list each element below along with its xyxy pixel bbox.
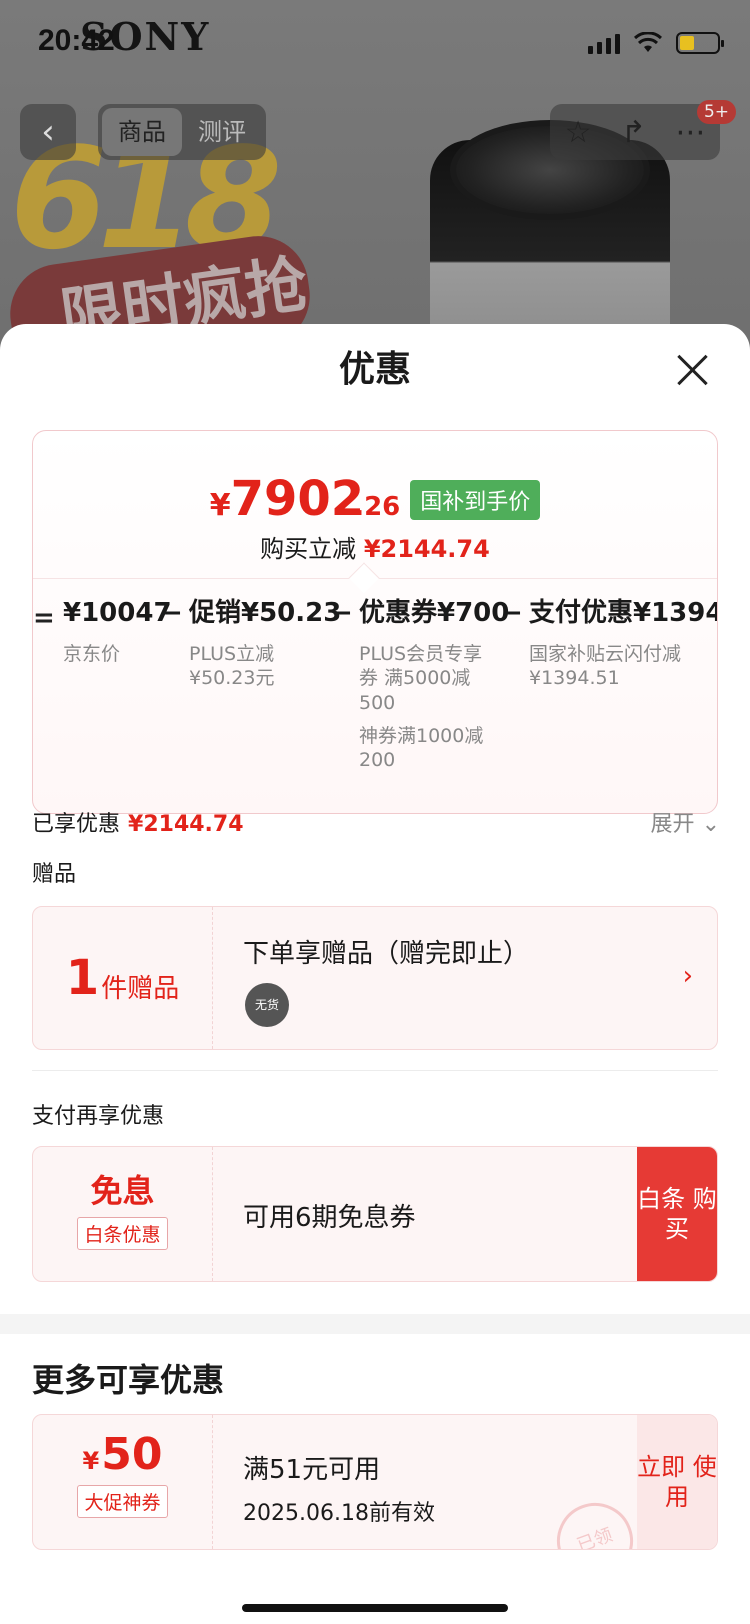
divider-notch xyxy=(348,562,380,594)
gift-title: 下单享赠品（赠完即止） xyxy=(243,939,530,969)
formula-sub-line: PLUS立减 ¥50.23元 xyxy=(189,642,275,690)
expand-label: 展开 xyxy=(650,812,695,837)
formula-sub: PLUS会员专享券 满5000减500 神券满1000减200 xyxy=(359,642,489,773)
formula-head: ¥10047 xyxy=(63,598,172,628)
wifi-icon xyxy=(634,32,662,52)
pay-discount-card: 免息 白条优惠 可用6期免息券 白条 购买 xyxy=(32,1146,718,1282)
formula-item-coupon: 优惠券¥700 PLUS会员专享券 满5000减500 神券满1000减200 xyxy=(359,599,509,781)
interest-free-label: 免息 xyxy=(90,1172,155,1210)
formula-item-jd-price: ¥10047 京东价 xyxy=(63,599,172,674)
formula-head: 支付优惠¥1394 xyxy=(529,598,718,628)
claimed-stamp: 已领 xyxy=(546,1492,644,1549)
more-discounts-title: 更多可享优惠 xyxy=(32,1361,225,1399)
status-time: 20:42 xyxy=(38,24,115,57)
formula-item-promotion: 促销¥50.23 PLUS立减 ¥50.23元 xyxy=(189,599,341,699)
chevron-right-icon: › xyxy=(682,961,693,991)
enjoyed-discount: 已享优惠 ¥2144.74 xyxy=(32,806,244,838)
pay-discount-text: 可用6期免息券 xyxy=(243,1203,416,1233)
formula-sub: 京东价 xyxy=(63,642,172,667)
expand-button[interactable]: 展开 ⌄ xyxy=(651,806,720,838)
coupon-amount: ¥50 xyxy=(33,1433,212,1477)
formula-sub-line: 神券满1000减200 xyxy=(359,724,484,772)
formula-sub: PLUS立减 ¥50.23元 xyxy=(189,642,319,691)
instant-reduction: 购买立减 ¥2144.74 xyxy=(33,529,717,564)
use-now-button[interactable]: 立即 使用 xyxy=(637,1415,717,1549)
close-icon[interactable] xyxy=(674,352,710,388)
pay-discount-badge: 免息 白条优惠 xyxy=(33,1147,213,1281)
gift-card[interactable]: 1 件赠品 下单享赠品（赠完即止） 无货 › xyxy=(32,906,718,1050)
final-price: ¥7902.26 国补到手价 xyxy=(33,471,717,527)
gift-count: 1 件赠品 xyxy=(33,907,213,1049)
header-tools: ☆ ↱ ⋯ xyxy=(550,104,720,160)
coupon-currency: ¥ xyxy=(82,1447,100,1475)
instant-reduction-label: 购买立减 xyxy=(260,535,357,563)
enjoyed-value: ¥2144.74 xyxy=(128,812,244,837)
instant-reduction-value: ¥2144.74 xyxy=(363,535,490,563)
formula-equals: = xyxy=(33,603,55,633)
home-indicator xyxy=(242,1604,508,1612)
baitiao-tag: 白条优惠 xyxy=(77,1217,168,1250)
coupon-amount-block: ¥50 大促神券 xyxy=(33,1415,213,1549)
chevron-down-icon: ⌄ xyxy=(701,812,720,837)
formula-sub-line: 京东价 xyxy=(63,642,121,665)
coupon-expiry: 2025.06.18前有效 xyxy=(243,1501,435,1526)
share-icon[interactable]: ↱ xyxy=(621,115,646,150)
section-separator xyxy=(0,1314,750,1334)
discount-sheet: 优惠 ¥7902.26 国补到手价 购买立减 ¥2144.74 = ¥10047… xyxy=(0,324,750,1624)
tab-review[interactable]: 测评 xyxy=(182,108,262,156)
coupon-tag: 大促神券 xyxy=(77,1485,168,1518)
header-tabs: 商品 测评 xyxy=(98,104,266,160)
coupon-condition: 满51元可用 xyxy=(243,1455,381,1485)
gift-count-number: 1 xyxy=(65,950,100,1006)
notification-badge: 5+ xyxy=(696,100,736,124)
gift-thumbnail: 无货 xyxy=(245,983,289,1027)
signal-icon xyxy=(588,32,620,54)
back-button[interactable]: ‹ xyxy=(20,104,76,160)
formula-sub-line: 国家补贴云闪付减 ¥1394.51 xyxy=(529,642,682,690)
formula-minus: − xyxy=(161,598,183,628)
baitiao-buy-button[interactable]: 白条 购买 xyxy=(637,1147,717,1281)
gift-count-unit: 件赠品 xyxy=(101,973,180,1004)
pay-section-label: 支付再享优惠 xyxy=(32,1104,165,1129)
formula-sub: 国家补贴云闪付减 ¥1394.51 xyxy=(529,642,699,691)
battery-icon xyxy=(676,32,724,54)
formula-head: 优惠券¥700 xyxy=(359,598,510,628)
subsidy-price-tag: 国补到手价 xyxy=(410,480,541,520)
gift-section-label: 赠品 xyxy=(32,862,77,887)
formula-item-payment: 支付优惠¥1394 国家补贴云闪付减 ¥1394.51 xyxy=(529,598,718,699)
formula-sub-line: PLUS会员专享券 满5000减500 xyxy=(359,642,483,714)
product-page-background: 618 限时疯抢 SONY 20:42 ‹ 商品 测评 ☆ ↱ ⋯ 5+ xyxy=(0,0,750,360)
price-breakdown-card: ¥7902.26 国补到手价 购买立减 ¥2144.74 = ¥10047 京东… xyxy=(32,430,718,814)
sheet-title: 优惠 xyxy=(338,349,411,390)
status-icons xyxy=(588,32,724,54)
tab-product[interactable]: 商品 xyxy=(102,108,182,156)
coupon-card: ¥50 大促神券 满51元可用 2025.06.18前有效 已领 立即 使用 xyxy=(32,1414,718,1550)
final-price-integer: 7902 xyxy=(230,471,365,527)
coupon-value: 50 xyxy=(101,1429,163,1480)
formula-head: 促销¥50.23 xyxy=(189,598,342,628)
divider xyxy=(32,1070,718,1071)
star-icon[interactable]: ☆ xyxy=(565,115,592,150)
formula-minus: − xyxy=(331,598,353,628)
final-price-currency: ¥ xyxy=(209,488,231,523)
enjoyed-label: 已享优惠 xyxy=(32,812,121,837)
formula-minus: − xyxy=(501,598,523,628)
final-price-decimal: .26 xyxy=(354,492,401,522)
